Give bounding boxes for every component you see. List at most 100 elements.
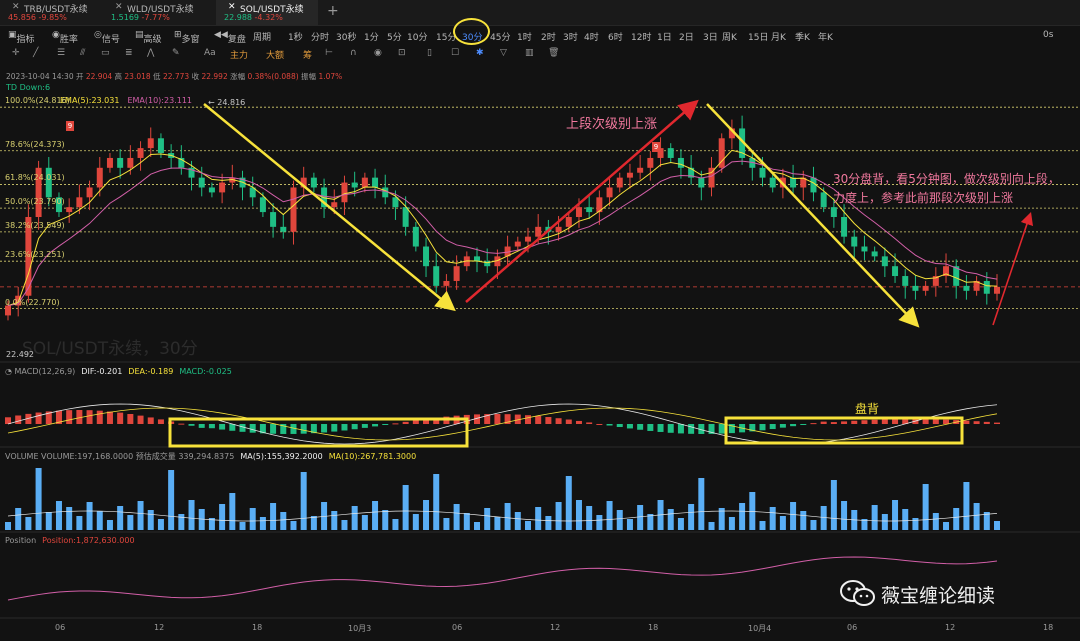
volume-legend: VOLUME VOLUME:197,168.0000 预估成交量 339,294… xyxy=(5,452,417,461)
candle-body xyxy=(769,177,776,188)
fib-label: 78.6%(24.373) xyxy=(5,139,65,149)
volume-bar xyxy=(86,502,93,530)
macd-bar xyxy=(545,417,552,424)
macd-bar xyxy=(96,410,103,424)
volume-bar xyxy=(749,492,756,530)
candle-body xyxy=(361,177,368,188)
x-tick-label: 10月3 xyxy=(348,624,372,633)
macd-bar xyxy=(688,424,695,434)
macd-bar xyxy=(86,410,93,424)
macd-bar xyxy=(963,420,970,424)
macd-bar xyxy=(994,422,1000,424)
macd-bar xyxy=(779,424,786,428)
candle-body xyxy=(76,197,83,208)
volume-bar xyxy=(647,514,654,530)
volume-bar xyxy=(810,520,817,530)
volume-bar xyxy=(137,501,144,530)
candle-body xyxy=(790,177,797,188)
volume-bar xyxy=(504,503,511,530)
fib-label: 61.8%(24.031) xyxy=(5,173,65,183)
low-price-marker: 22.492 xyxy=(6,350,34,359)
macd-bar xyxy=(616,424,623,428)
macd-bar xyxy=(637,424,644,430)
macd-bar xyxy=(586,422,593,424)
macd-bar xyxy=(15,415,22,424)
price-chart[interactable] xyxy=(0,0,1080,641)
volume-bar xyxy=(402,485,409,530)
volume-bar xyxy=(117,506,124,530)
candle-body xyxy=(351,182,358,188)
candle-body xyxy=(86,187,93,198)
fib-label: 38.2%(23.549) xyxy=(5,220,65,230)
x-tick-label: 18 xyxy=(1043,623,1054,632)
macd-bar xyxy=(718,424,725,434)
macd-bar xyxy=(188,424,195,426)
volume-bar xyxy=(270,503,277,530)
volume-bar xyxy=(535,507,542,530)
x-tick-label: 12 xyxy=(550,623,561,632)
macd-bar xyxy=(667,424,674,433)
volume-bar xyxy=(484,508,491,530)
dif-line xyxy=(7,403,998,445)
volume-bar xyxy=(616,510,623,530)
volume-bar xyxy=(25,517,32,530)
volume-bar xyxy=(606,501,613,530)
volume-bar xyxy=(963,482,970,530)
x-tick-label: 12 xyxy=(945,623,956,632)
macd-bar xyxy=(331,424,338,432)
macd-bar xyxy=(127,414,134,424)
candle-body xyxy=(820,192,827,208)
volume-bar xyxy=(423,500,430,530)
macd-bar xyxy=(106,411,113,424)
macd-bar xyxy=(198,424,205,428)
fib-label: 50.0%(23.790) xyxy=(5,197,65,207)
td-badge: 9 xyxy=(652,142,660,152)
candle-body xyxy=(647,157,654,168)
candle-body xyxy=(341,182,348,203)
up-arrow xyxy=(465,99,699,303)
macd-bar xyxy=(372,424,379,427)
macd-bar xyxy=(382,424,389,425)
volume-bar xyxy=(412,514,419,530)
macd-legend: ◔ MACD(12,26,9) DIF:-0.201 DEA:-0.189 MACD:… xyxy=(5,367,232,376)
candle-body xyxy=(677,157,684,168)
macd-bar xyxy=(300,424,307,434)
macd-bar xyxy=(66,410,73,424)
macd-bar xyxy=(861,420,868,424)
volume-bar xyxy=(76,516,83,530)
macd-bar xyxy=(137,415,144,424)
candle-body xyxy=(912,285,919,291)
candle-body xyxy=(759,167,766,178)
macd-bar xyxy=(881,419,888,424)
volume-bar xyxy=(739,503,746,530)
volume-bar xyxy=(932,513,939,530)
macd-bar xyxy=(321,424,328,433)
x-tick-label: 18 xyxy=(648,623,659,632)
candle-body xyxy=(575,207,582,217)
candle-body xyxy=(830,207,837,217)
macd-bar xyxy=(270,424,277,434)
volume-bar xyxy=(688,504,695,530)
x-axis: 06 12 18 10月3 06 12 18 10月4 06 12 18 xyxy=(0,620,1080,638)
candle-body xyxy=(606,187,613,198)
volume-bar xyxy=(178,514,185,530)
macd-bar xyxy=(402,421,409,424)
candle-body xyxy=(851,236,858,247)
volume-bar xyxy=(892,500,899,530)
macd-bar xyxy=(596,423,603,425)
fib-label: 23.6%(23.251) xyxy=(5,250,65,260)
volume-bar xyxy=(310,516,317,530)
candle-body xyxy=(443,280,450,286)
volume-bar xyxy=(474,522,481,530)
volume-bar xyxy=(361,515,368,530)
candle-body xyxy=(586,207,593,213)
macd-bar xyxy=(361,424,368,428)
candle-body xyxy=(861,246,868,252)
fib-label: 100.0%(24.816) xyxy=(5,96,70,106)
volume-bar xyxy=(994,521,1000,530)
volume-bar xyxy=(35,468,42,530)
volume-bar xyxy=(922,484,929,530)
volume-bar xyxy=(249,508,256,530)
macd-bar xyxy=(117,412,124,424)
volume-ma5 xyxy=(7,510,998,522)
